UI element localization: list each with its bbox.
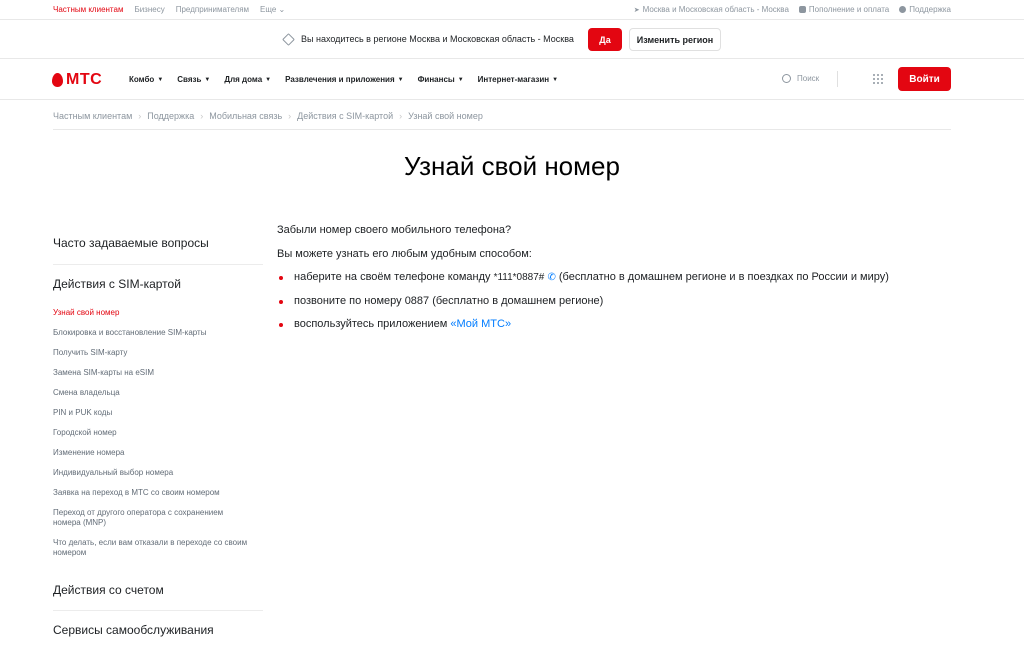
breadcrumb-item[interactable]: Действия с SIM-картой (297, 111, 393, 121)
breadcrumb-current: Узнай свой номер (408, 111, 483, 121)
paragraph: Вы можете узнать его любым удобным спосо… (277, 248, 532, 260)
help-icon (899, 6, 907, 13)
card-icon (798, 6, 806, 13)
ussd-code: *111*0887# (493, 272, 545, 283)
segment-private[interactable]: Частным клиентам (53, 5, 123, 14)
search-box[interactable]: Поиск (782, 74, 819, 83)
sidebar-item-owner[interactable]: Смена владельца (53, 388, 263, 398)
chevron-right-icon: › (288, 111, 292, 121)
logo[interactable]: МТС (52, 71, 102, 89)
sidebar-section-faq[interactable]: Часто задаваемые вопросы (53, 236, 263, 250)
sidebar-item-block[interactable]: Блокировка и восстановление SIM-карты (53, 328, 263, 338)
chevron-down-icon: ⌄ (278, 5, 286, 14)
caret-down-icon: ▼ (457, 76, 464, 83)
list-item: позвоните по номеру 0887 (бесплатно в до… (277, 295, 603, 307)
top-bar: Частным клиентам Бизнесу Предпринимателя… (0, 0, 1024, 20)
breadcrumb-item[interactable]: Частным клиентам (53, 111, 132, 121)
nav-combo[interactable]: Комбо ▼ (129, 75, 163, 84)
main-header: МТС Комбо ▼ Связь ▼ Для дома ▼ Развлечения … (0, 59, 1024, 100)
nav-connection[interactable]: Связь ▼ (177, 75, 210, 84)
main-nav: Комбо ▼ Связь ▼ Для дома ▼ Развлечения и пр… (129, 75, 572, 84)
region-link[interactable]: ➤ Москва и Московская область - Москва (634, 5, 789, 14)
sidebar-section-account[interactable]: Действия со счетом (53, 583, 263, 597)
sidebar-item-get-sim[interactable]: Получить SIM-карту (53, 348, 263, 358)
support-link[interactable]: Поддержка (899, 5, 951, 14)
breadcrumb: Частным клиентам › Поддержка › Мобильная с… (53, 111, 483, 121)
segment-more[interactable]: Еще ⌄ (260, 5, 285, 14)
sidebar-item-choose-number[interactable]: Индивидуальный выбор номера (53, 468, 263, 478)
page-title: Узнай свой номер (404, 151, 620, 181)
phone-icon[interactable]: ✆ (547, 272, 555, 283)
chevron-right-icon: › (138, 111, 142, 121)
navigation-icon (282, 32, 295, 46)
search-icon (782, 74, 791, 83)
caret-down-icon: ▼ (265, 76, 272, 83)
change-region-button[interactable]: Изменить регион (629, 28, 721, 51)
caret-down-icon: ▼ (204, 76, 211, 83)
caret-down-icon: ▼ (397, 76, 404, 83)
nav-shop[interactable]: Интернет-магазин ▼ (478, 75, 558, 84)
list-item: воспользуйтесь приложением «Мой МТС» (277, 318, 511, 330)
sidebar-section-sim[interactable]: Действия с SIM-картой (53, 277, 263, 291)
caret-down-icon: ▼ (552, 76, 559, 83)
sidebar-item-pin-puk[interactable]: PIN и PUK коды (53, 408, 263, 418)
region-bar: Вы находитесь в регионе Москва и Московс… (0, 20, 1024, 59)
confirm-region-button[interactable]: Да (588, 28, 622, 51)
breadcrumb-item[interactable]: Поддержка (147, 111, 194, 121)
my-mts-app-link[interactable]: «Мой МТС» (450, 318, 511, 330)
sidebar-section-self-service[interactable]: Сервисы самообслуживания (53, 623, 263, 637)
list-item: наберите на своём телефоне команду *111*… (277, 271, 889, 283)
chevron-right-icon: › (399, 111, 403, 121)
payment-link[interactable]: Пополнение и оплата (798, 5, 889, 14)
mts-egg-icon (52, 73, 63, 87)
caret-down-icon: ▼ (157, 76, 164, 83)
nav-finance[interactable]: Финансы ▼ (418, 75, 464, 84)
sidebar-item-rejected[interactable]: Что делать, если вам отказали в переходе… (53, 538, 253, 558)
divider (53, 264, 263, 265)
login-button[interactable]: Войти (898, 67, 951, 91)
divider (53, 610, 263, 611)
sidebar-item-find-number[interactable]: Узнай свой номер (53, 308, 263, 318)
divider (837, 71, 838, 87)
location-icon: ➤ (633, 6, 640, 14)
sidebar-item-mnp[interactable]: Переход от другого оператора с сохранени… (53, 508, 253, 528)
sidebar: Часто задаваемые вопросы Действия с SIM-… (53, 236, 263, 637)
segment-entrepreneurs[interactable]: Предпринимателям (176, 5, 249, 14)
breadcrumb-item[interactable]: Мобильная связь (209, 111, 282, 121)
apps-grid-icon[interactable] (873, 74, 883, 84)
sidebar-item-change-number[interactable]: Изменение номера (53, 448, 263, 458)
paragraph: Забыли номер своего мобильного телефона? (277, 224, 512, 236)
nav-home[interactable]: Для дома ▼ (224, 75, 271, 84)
sidebar-item-esim[interactable]: Замена SIM-карты на eSIM (53, 368, 263, 378)
sidebar-item-transfer-request[interactable]: Заявка на переход в МТС со своим номером (53, 488, 263, 498)
segment-business[interactable]: Бизнесу (134, 5, 164, 14)
sidebar-item-city-number[interactable]: Городской номер (53, 428, 263, 438)
nav-entertainment[interactable]: Развлечения и приложения ▼ (285, 75, 403, 84)
region-message: Вы находитесь в регионе Москва и Московс… (301, 34, 574, 44)
chevron-right-icon: › (200, 111, 204, 121)
divider (53, 129, 951, 130)
